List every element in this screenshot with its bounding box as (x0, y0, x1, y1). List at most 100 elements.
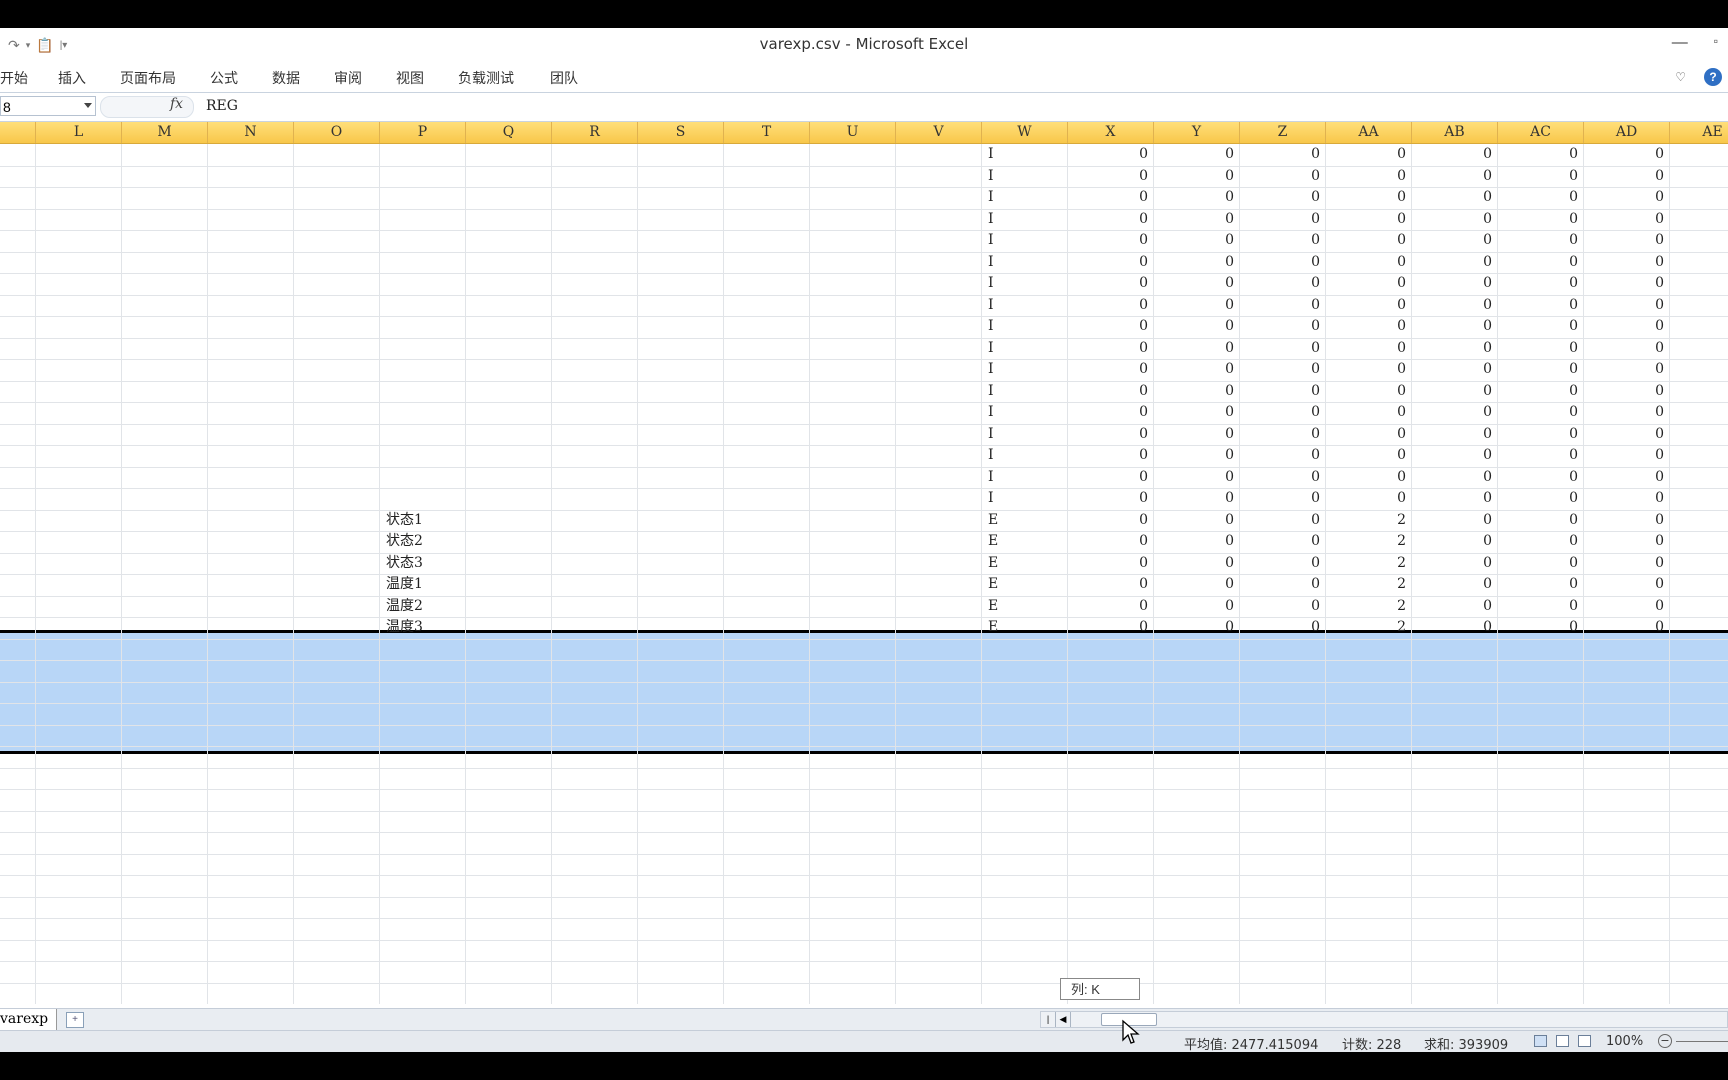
cell-p-21[interactable]: 温度1 (380, 574, 466, 595)
cell-z-13[interactable]: 0 (1240, 402, 1326, 423)
column-header-w[interactable]: W (982, 122, 1068, 143)
cell-aa-1[interactable]: 0 (1326, 144, 1412, 165)
cell-y-20[interactable]: 0 (1154, 553, 1240, 574)
cell-aa-16[interactable]: 0 (1326, 467, 1412, 488)
cell-p-20[interactable]: 状态3 (380, 553, 466, 574)
ribbon-tab-0[interactable]: 开始 (0, 68, 28, 88)
cell-y-1[interactable]: 0 (1154, 144, 1240, 165)
cell-ad-1[interactable]: 0 (1584, 144, 1670, 165)
cell-y-23[interactable]: 0 (1154, 617, 1240, 638)
cell-w-3[interactable]: I (982, 187, 1068, 208)
cell-y-21[interactable]: 0 (1154, 574, 1240, 595)
zoom-out-button[interactable]: − (1658, 1034, 1672, 1048)
cell-ac-5[interactable]: 0 (1498, 230, 1584, 251)
cell-z-22[interactable]: 0 (1240, 596, 1326, 617)
cell-ac-21[interactable]: 0 (1498, 574, 1584, 595)
cell-ac-12[interactable]: 0 (1498, 381, 1584, 402)
column-header-aa[interactable]: AA (1326, 122, 1412, 143)
zoom-slider[interactable] (1676, 1041, 1728, 1042)
cell-ab-11[interactable]: 0 (1412, 359, 1498, 380)
insert-sheet-icon[interactable]: + (66, 1012, 84, 1028)
cell-z-12[interactable]: 0 (1240, 381, 1326, 402)
cell-ab-18[interactable]: 0 (1412, 510, 1498, 531)
cell-ac-10[interactable]: 0 (1498, 338, 1584, 359)
cell-w-10[interactable]: I (982, 338, 1068, 359)
cell-aa-4[interactable]: 0 (1326, 209, 1412, 230)
column-header-ae[interactable]: AE (1670, 122, 1728, 143)
help-icon[interactable]: ? (1704, 68, 1722, 86)
cell-y-22[interactable]: 0 (1154, 596, 1240, 617)
maximize-button[interactable]: ▫ (1714, 34, 1718, 52)
cell-ab-12[interactable]: 0 (1412, 381, 1498, 402)
cell-p-23[interactable]: 温度3 (380, 617, 466, 638)
cell-ac-17[interactable]: 0 (1498, 488, 1584, 509)
page-break-view-icon[interactable] (1578, 1035, 1591, 1047)
cell-y-4[interactable]: 0 (1154, 209, 1240, 230)
column-header-n[interactable]: N (208, 122, 294, 143)
cell-w-5[interactable]: I (982, 230, 1068, 251)
cell-z-2[interactable]: 0 (1240, 166, 1326, 187)
cell-y-2[interactable]: 0 (1154, 166, 1240, 187)
cell-x-23[interactable]: 0 (1068, 617, 1154, 638)
cell-x-3[interactable]: 0 (1068, 187, 1154, 208)
cell-ad-20[interactable]: 0 (1584, 553, 1670, 574)
cell-w-13[interactable]: I (982, 402, 1068, 423)
cell-y-7[interactable]: 0 (1154, 273, 1240, 294)
cell-x-12[interactable]: 0 (1068, 381, 1154, 402)
cell-ad-11[interactable]: 0 (1584, 359, 1670, 380)
name-box-dropdown-icon[interactable] (84, 103, 92, 108)
cell-ab-5[interactable]: 0 (1412, 230, 1498, 251)
cell-aa-23[interactable]: 2 (1326, 617, 1412, 638)
cell-ad-6[interactable]: 0 (1584, 252, 1670, 273)
cell-aa-13[interactable]: 0 (1326, 402, 1412, 423)
cell-w-15[interactable]: I (982, 445, 1068, 466)
cell-ac-18[interactable]: 0 (1498, 510, 1584, 531)
cell-ad-22[interactable]: 0 (1584, 596, 1670, 617)
cell-y-15[interactable]: 0 (1154, 445, 1240, 466)
cell-y-19[interactable]: 0 (1154, 531, 1240, 552)
column-header-partial[interactable] (0, 122, 36, 143)
cell-z-5[interactable]: 0 (1240, 230, 1326, 251)
column-header-t[interactable]: T (724, 122, 810, 143)
column-header-q[interactable]: Q (466, 122, 552, 143)
cell-ad-8[interactable]: 0 (1584, 295, 1670, 316)
cell-z-6[interactable]: 0 (1240, 252, 1326, 273)
cell-ab-7[interactable]: 0 (1412, 273, 1498, 294)
cell-w-4[interactable]: I (982, 209, 1068, 230)
column-header-ac[interactable]: AC (1498, 122, 1584, 143)
column-header-r[interactable]: R (552, 122, 638, 143)
cell-w-6[interactable]: I (982, 252, 1068, 273)
cell-z-19[interactable]: 0 (1240, 531, 1326, 552)
cell-x-9[interactable]: 0 (1068, 316, 1154, 337)
sheet-tab-varexp[interactable]: varexp (0, 1009, 58, 1030)
cell-ac-23[interactable]: 0 (1498, 617, 1584, 638)
cell-x-11[interactable]: 0 (1068, 359, 1154, 380)
cell-z-7[interactable]: 0 (1240, 273, 1326, 294)
cell-aa-11[interactable]: 0 (1326, 359, 1412, 380)
cell-aa-5[interactable]: 0 (1326, 230, 1412, 251)
cell-x-19[interactable]: 0 (1068, 531, 1154, 552)
cell-aa-15[interactable]: 0 (1326, 445, 1412, 466)
cell-ab-16[interactable]: 0 (1412, 467, 1498, 488)
cell-p-22[interactable]: 温度2 (380, 596, 466, 617)
cell-w-9[interactable]: I (982, 316, 1068, 337)
page-layout-view-icon[interactable] (1556, 1035, 1569, 1047)
cell-w-11[interactable]: I (982, 359, 1068, 380)
cell-p-19[interactable]: 状态2 (380, 531, 466, 552)
cell-w-2[interactable]: I (982, 166, 1068, 187)
cell-ab-23[interactable]: 0 (1412, 617, 1498, 638)
ribbon-tab-5[interactable]: 审阅 (334, 68, 362, 88)
cell-z-18[interactable]: 0 (1240, 510, 1326, 531)
cell-aa-2[interactable]: 0 (1326, 166, 1412, 187)
cell-x-8[interactable]: 0 (1068, 295, 1154, 316)
ribbon-tab-7[interactable]: 负载测试 (458, 68, 514, 88)
insert-function-icon[interactable]: fx (170, 96, 183, 112)
cell-y-9[interactable]: 0 (1154, 316, 1240, 337)
column-header-z[interactable]: Z (1240, 122, 1326, 143)
cell-z-15[interactable]: 0 (1240, 445, 1326, 466)
cell-ab-8[interactable]: 0 (1412, 295, 1498, 316)
cell-z-23[interactable]: 0 (1240, 617, 1326, 638)
cell-ac-19[interactable]: 0 (1498, 531, 1584, 552)
cell-ac-20[interactable]: 0 (1498, 553, 1584, 574)
cell-ad-4[interactable]: 0 (1584, 209, 1670, 230)
